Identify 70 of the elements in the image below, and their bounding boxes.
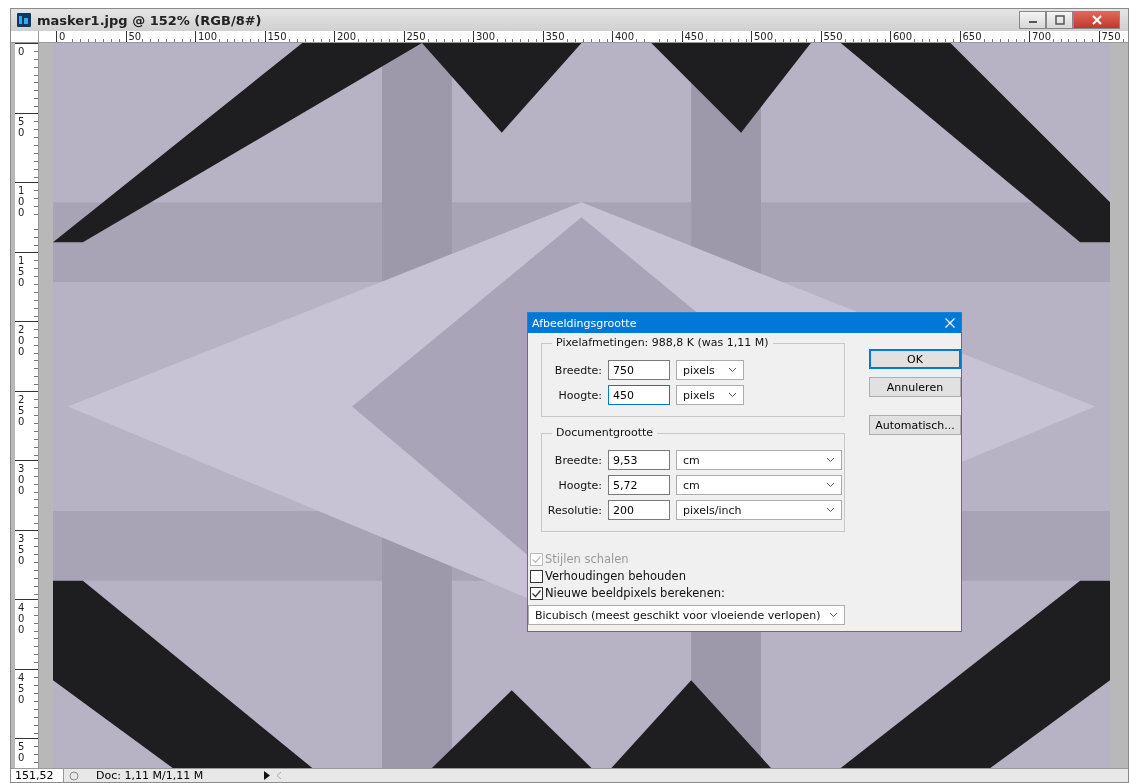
ruler-label: 500: [754, 31, 774, 42]
input-field[interactable]: 5,72: [608, 475, 670, 495]
ruler-label: 600: [893, 31, 913, 42]
ruler-label: 0: [59, 31, 66, 42]
ruler-label: 450: [684, 31, 704, 42]
unit-dropdown[interactable]: pixels: [676, 360, 744, 380]
checkbox-label[interactable]: Nieuwe beeldpixels berekenen:: [545, 586, 725, 600]
app-logo-icon: [17, 13, 31, 27]
close-icon[interactable]: [945, 318, 955, 328]
ruler-label: 50: [128, 31, 142, 42]
ruler-label: 150: [18, 254, 25, 288]
ruler-label: 0: [18, 46, 25, 57]
chevron-down-icon: [728, 367, 737, 373]
dialog-button[interactable]: OK: [869, 349, 961, 369]
input-field[interactable]: 9,53: [608, 450, 670, 470]
input-field[interactable]: 200: [608, 500, 670, 520]
checkbox[interactable]: [530, 586, 543, 600]
unit-dropdown[interactable]: cm: [676, 475, 842, 495]
ruler-label: 200: [18, 324, 25, 357]
ruler-label: 750: [1101, 31, 1121, 42]
close-button[interactable]: [1073, 11, 1120, 29]
ruler-label: 300: [18, 463, 25, 496]
field-label: Breedte:: [553, 453, 602, 467]
ruler-label: 50: [18, 115, 25, 138]
input-field[interactable]: 750: [608, 360, 670, 380]
ruler-label: 100: [198, 31, 218, 42]
restore-button[interactable]: [1046, 11, 1073, 29]
ruler-label: 700: [1032, 31, 1052, 42]
ruler-label: 300: [476, 31, 496, 42]
dialog-title: Afbeeldingsgrootte: [532, 316, 637, 330]
ruler-label: 250: [18, 393, 25, 427]
dialog-button[interactable]: Annuleren: [869, 377, 961, 397]
document-size: Doc: 1,11 M/1,11 M: [95, 769, 205, 782]
dialog-button[interactable]: Automatisch...: [869, 415, 961, 435]
ruler-label: 650: [962, 31, 982, 42]
chevron-down-icon: [826, 482, 835, 488]
checkbox-label[interactable]: Verhoudingen behouden: [545, 569, 686, 583]
ruler-label: 400: [18, 602, 25, 635]
ruler-label: 100: [18, 185, 25, 218]
chevron-down-icon: [728, 392, 737, 398]
group-legend: Pixelafmetingen: 988,8 K (was 1,11 M): [552, 336, 773, 349]
field-label: Resolutie:: [546, 503, 602, 517]
ruler-label: 400: [615, 31, 635, 42]
field-label: Hoogte:: [557, 478, 602, 492]
play-arrow-icon[interactable]: [264, 771, 270, 780]
unit-dropdown[interactable]: pixels/inch: [676, 500, 842, 520]
minimize-button[interactable]: [1019, 11, 1046, 29]
ruler-label: 200: [337, 31, 357, 42]
field-label: Breedte:: [553, 363, 602, 377]
window-title: masker1.jpg @ 152% (RGB/8#): [37, 12, 263, 28]
ruler-label: 450: [18, 671, 25, 705]
unit-dropdown[interactable]: pixels: [676, 385, 744, 405]
unit-dropdown[interactable]: cm: [676, 450, 842, 470]
chevron-down-icon: [829, 612, 838, 618]
chevron-down-icon: [826, 457, 835, 463]
ruler-label: 550: [823, 31, 843, 42]
ruler-label: 250: [406, 31, 426, 42]
checkbox[interactable]: [530, 569, 543, 583]
zoom-field[interactable]: 151,52: [11, 769, 64, 782]
chevron-down-icon: [826, 507, 835, 513]
field-label: Hoogte:: [557, 388, 602, 402]
ruler-label: 350: [545, 31, 565, 42]
ruler-label: 50: [18, 741, 25, 763]
resample-dropdown[interactable]: Bicubisch (meest geschikt voor vloeiende verlopen): [528, 605, 845, 625]
ruler-label: 150: [267, 31, 287, 42]
group-legend: Documentgrootte: [552, 426, 658, 439]
input-field[interactable]: 450: [608, 385, 670, 405]
ruler-label: 350: [18, 532, 25, 566]
close-icon: [1091, 15, 1102, 25]
restore-icon: [1054, 15, 1065, 25]
